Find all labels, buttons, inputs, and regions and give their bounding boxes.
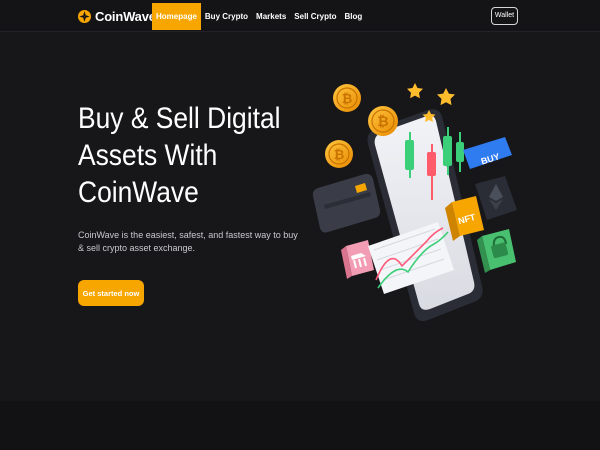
nav-item-homepage[interactable]: Homepage xyxy=(152,3,201,30)
get-started-button[interactable]: Get started now xyxy=(78,280,144,306)
ethereum-icon xyxy=(475,176,517,220)
svg-text:₿: ₿ xyxy=(342,91,353,106)
bottom-section xyxy=(0,401,600,450)
coinwave-logo-icon xyxy=(78,9,91,23)
hero-title: Buy & Sell Digital Assets With CoinWave xyxy=(78,100,280,211)
buy-tag: BUY xyxy=(463,137,512,169)
main-nav: Homepage Buy Crypto Markets Sell Crypto … xyxy=(152,3,366,30)
crypto-illustration: ₿ ₿ ₿ BUY NFT xyxy=(312,83,517,322)
credit-card-icon xyxy=(312,173,381,233)
hero-title-line-1: Buy & Sell Digital xyxy=(78,102,281,135)
wallet-button[interactable]: Wallet xyxy=(491,7,518,25)
svg-text:₿: ₿ xyxy=(377,113,388,129)
brand-name: CoinWave xyxy=(95,8,156,24)
nav-item-markets[interactable]: Markets xyxy=(252,3,290,30)
svg-text:₿: ₿ xyxy=(334,147,345,162)
top-navbar: CoinWave Homepage Buy Crypto Markets Sel… xyxy=(0,0,600,32)
hero-title-line-2: Assets With xyxy=(78,139,218,172)
hero-title-line-3: CoinWave xyxy=(78,176,199,209)
hero-description: CoinWave is the easiest, safest, and fas… xyxy=(78,230,298,253)
nav-item-sell-crypto[interactable]: Sell Crypto xyxy=(290,3,340,30)
padlock-icon xyxy=(477,229,516,273)
nav-item-blog[interactable]: Blog xyxy=(341,3,367,30)
nav-item-buy-crypto[interactable]: Buy Crypto xyxy=(201,3,252,30)
brand-logo[interactable]: CoinWave xyxy=(78,8,156,24)
